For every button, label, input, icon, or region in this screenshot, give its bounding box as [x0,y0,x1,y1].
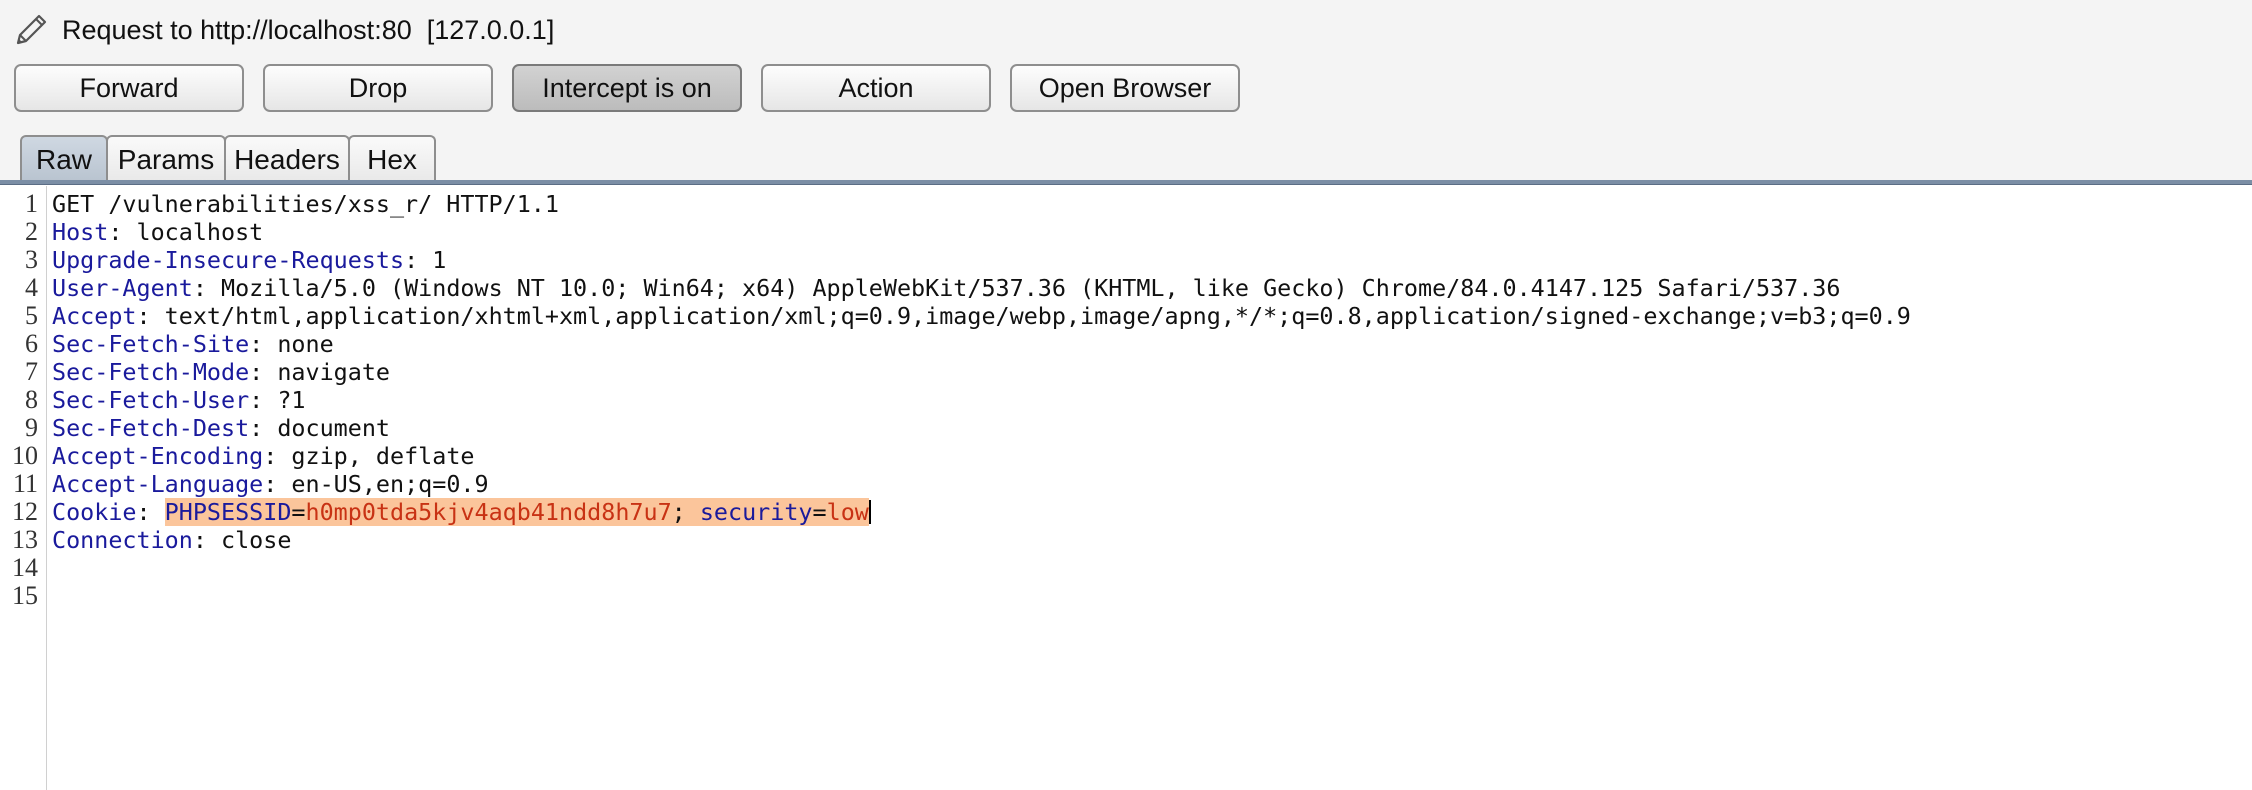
header-name: Sec-Fetch-User [52,386,250,414]
header-value: close [221,526,292,554]
line-number: 12 [12,497,38,526]
header-name: Accept-Encoding [52,442,264,470]
line-number: 15 [12,581,38,610]
header-line-accept-encoding: Accept-Encoding: gzip, deflate [52,442,475,470]
header-name: Sec-Fetch-Site [52,330,250,358]
header-value: document [277,414,390,442]
header-line-accept-language: Accept-Language: en-US,en;q=0.9 [52,470,489,498]
tab-raw[interactable]: Raw [20,135,108,183]
cookie-name: PHPSESSID [164,498,292,526]
top-panel: Request to http://localhost:80 [127.0.0.… [0,0,2252,185]
message-tabs: Raw Params Headers Hex [20,133,436,183]
header-value: none [277,330,334,358]
request-line: GET /vulnerabilities/xss_r/ HTTP/1.1 [52,190,559,218]
header-value: en-US,en;q=0.9 [291,470,489,498]
line-number: 9 [25,413,38,442]
tab-hex[interactable]: Hex [348,135,436,183]
header-value: text/html,application/xhtml+xml,applicat… [164,302,1911,330]
action-button[interactable]: Action [761,64,991,112]
cookie-value: low [826,498,869,526]
header-name: Accept-Language [52,470,264,498]
title-row: Request to http://localhost:80 [127.0.0.… [12,10,554,50]
header-name: Cookie [52,498,137,526]
header-name: Sec-Fetch-Mode [52,358,250,386]
request-title: Request to http://localhost:80 [127.0.0.… [62,14,555,45]
intercept-toolbar: Forward Drop Intercept is on Action Open… [14,64,1259,112]
pencil-icon [16,14,47,45]
cookie-name: security [699,498,813,526]
line-number-gutter: 1 2 3 4 5 6 7 8 9 10 11 12 13 14 15 [0,186,47,790]
line-number: 11 [12,469,38,498]
drop-button[interactable]: Drop [263,64,493,112]
tab-divider [0,180,2252,185]
line-number: 8 [25,385,38,414]
header-value: navigate [277,358,390,386]
header-line-upgrade-insecure-requests: Upgrade-Insecure-Requests: 1 [52,246,447,274]
line-number: 2 [25,217,38,246]
header-line-cookie: Cookie: PHPSESSID=h0mp0tda5kjv4aqb41ndd8… [52,498,871,526]
header-line-sec-fetch-site: Sec-Fetch-Site: none [52,330,334,358]
line-number: 14 [12,553,38,582]
header-line-sec-fetch-user: Sec-Fetch-User: ?1 [52,386,306,414]
line-number: 10 [12,441,38,470]
header-name: Sec-Fetch-Dest [52,414,250,442]
line-number: 13 [12,525,38,554]
header-name: Connection [52,526,193,554]
line-number: 6 [25,329,38,358]
header-value: Mozilla/5.0 (Windows NT 10.0; Win64; x64… [221,274,1841,302]
tab-headers[interactable]: Headers [224,135,350,183]
header-line-accept: Accept: text/html,application/xhtml+xml,… [52,302,1911,330]
header-name: User-Agent [52,274,193,302]
intercept-toggle-button[interactable]: Intercept is on [512,64,742,112]
line-number: 7 [25,357,38,386]
header-line-host: Host: localhost [52,218,264,246]
selected-cookie-text: PHPSESSID=h0mp0tda5kjv4aqb41ndd8h7u7; se… [164,498,869,526]
header-value: gzip, deflate [291,442,475,470]
header-value: ?1 [277,386,306,414]
header-line-connection: Connection: close [52,526,292,554]
line-number: 5 [25,301,38,330]
raw-request-editor[interactable]: 1 2 3 4 5 6 7 8 9 10 11 12 13 14 15 GET … [0,186,2252,790]
cookie-value: h0mp0tda5kjv4aqb41ndd8h7u7 [305,498,672,526]
line-number: 4 [25,273,38,302]
tab-params[interactable]: Params [106,135,226,183]
line-number: 3 [25,245,38,274]
header-name: Upgrade-Insecure-Requests [52,246,405,274]
forward-button[interactable]: Forward [14,64,244,112]
header-name: Accept [52,302,137,330]
header-value: localhost [136,218,264,246]
text-caret [868,500,871,524]
header-line-sec-fetch-mode: Sec-Fetch-Mode: navigate [52,358,390,386]
header-line-user-agent: User-Agent: Mozilla/5.0 (Windows NT 10.0… [52,274,1841,302]
header-value: 1 [432,246,447,274]
open-browser-button[interactable]: Open Browser [1010,64,1240,112]
header-line-sec-fetch-dest: Sec-Fetch-Dest: document [52,414,390,442]
header-name: Host [52,218,109,246]
line-number: 1 [25,189,38,218]
